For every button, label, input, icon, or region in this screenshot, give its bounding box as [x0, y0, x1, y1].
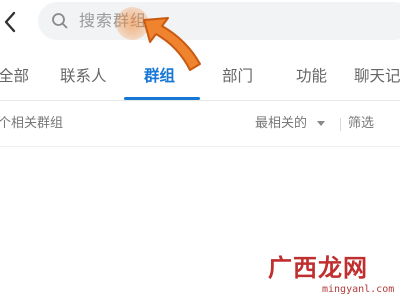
chevron-left-icon	[4, 11, 16, 33]
filter-divider	[0, 146, 400, 147]
tab-departments[interactable]: 部门	[222, 62, 253, 90]
search-icon	[52, 13, 68, 29]
watermark-url: mingyanl.com	[322, 284, 395, 295]
filter-button[interactable]: 筛选	[348, 113, 374, 135]
filter-separator	[340, 118, 341, 131]
tab-contacts[interactable]: 联系人	[60, 62, 107, 90]
tab-all[interactable]: 全部	[0, 62, 29, 90]
sort-label: 最相关的	[255, 116, 308, 131]
curved-arrow-icon	[143, 17, 201, 71]
tab-chat-history[interactable]: 聊天记	[354, 62, 400, 90]
search-input[interactable]: 搜索群组	[38, 2, 400, 40]
caret-down-icon	[317, 121, 326, 126]
tab-functions[interactable]: 功能	[296, 62, 327, 90]
result-count: 个相关群组	[0, 116, 64, 131]
watermark-logo: 广西龙网	[268, 253, 368, 282]
tabs-divider	[0, 100, 400, 101]
sort-dropdown[interactable]: 最相关的	[255, 113, 326, 135]
back-button[interactable]	[0, 8, 24, 36]
results-filter-bar: 个相关群组 最相关的 筛选	[0, 108, 400, 140]
search-results-screen: 搜索群组 全部 联系人 群组 部门 功能 聊天记 个相关群组 最相关的 筛选 广…	[0, 0, 400, 300]
